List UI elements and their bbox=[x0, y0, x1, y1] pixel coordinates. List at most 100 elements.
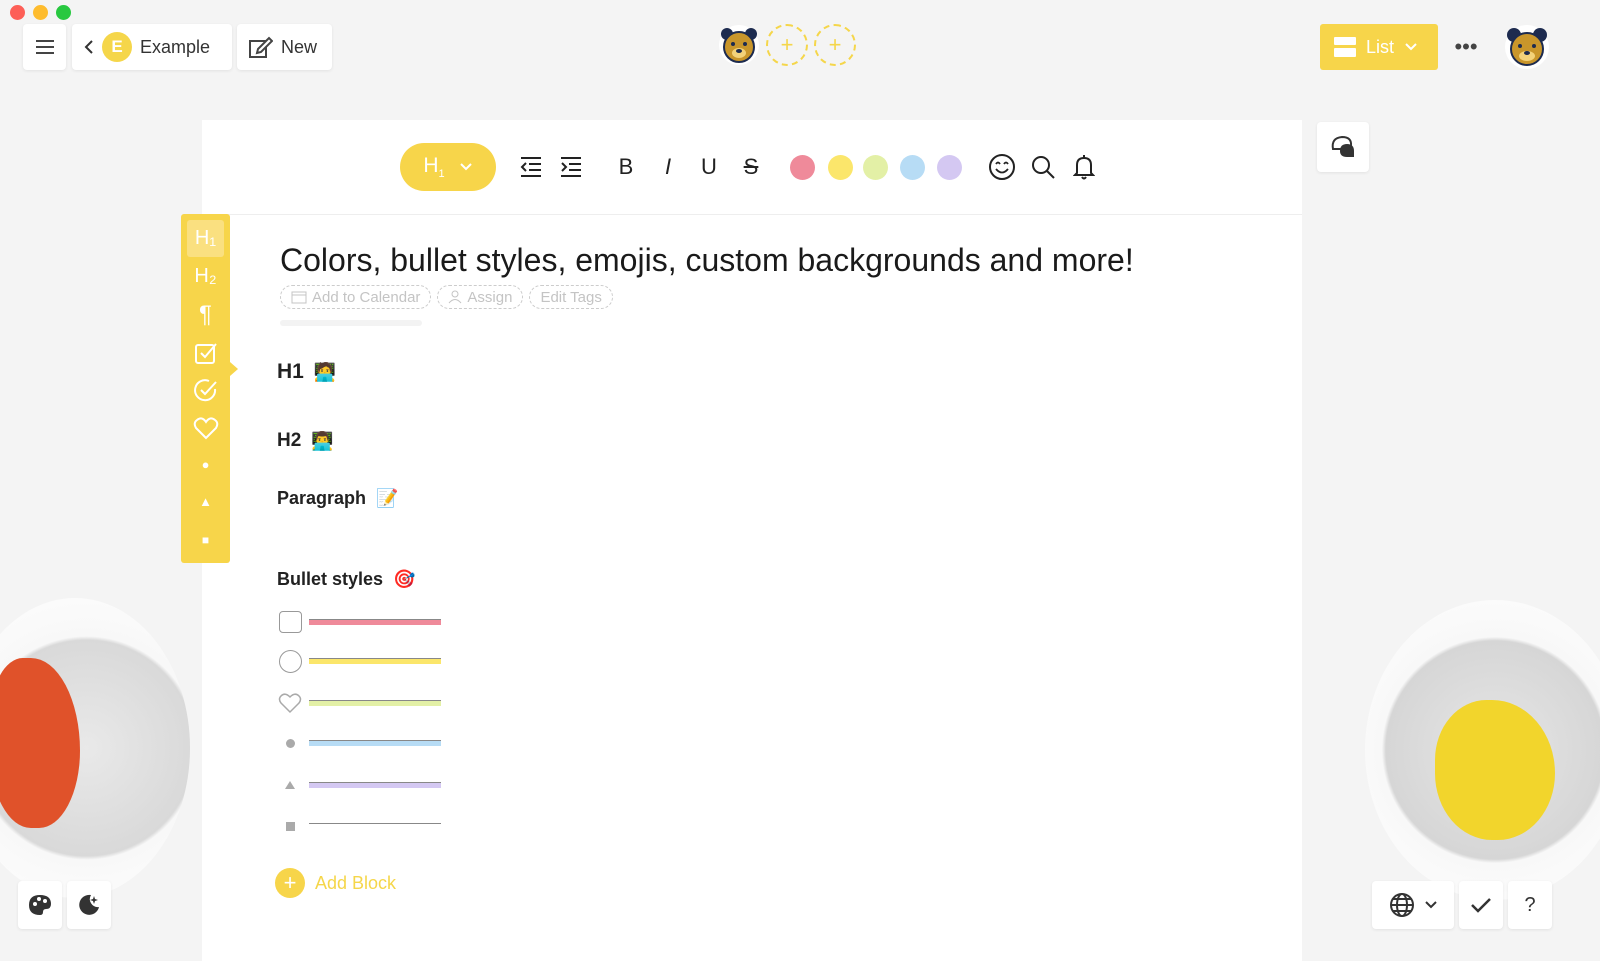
bullet-row-dot[interactable] bbox=[277, 730, 441, 756]
zoom-window-button[interactable] bbox=[56, 5, 71, 20]
circle-bullet-icon[interactable] bbox=[277, 648, 303, 674]
emoji-button[interactable] bbox=[988, 150, 1016, 184]
globe-icon bbox=[1390, 893, 1414, 917]
bullet-text-line[interactable] bbox=[309, 823, 441, 829]
block-type-checkbox[interactable] bbox=[187, 334, 224, 371]
block-type-paragraph[interactable]: ¶ bbox=[187, 296, 224, 333]
edit-tags-button[interactable]: Edit Tags bbox=[529, 285, 613, 309]
h1-block-label: H1 bbox=[277, 360, 304, 383]
language-button[interactable] bbox=[1372, 881, 1454, 929]
heart-bullet-icon[interactable] bbox=[277, 690, 303, 716]
bullet-styles-block[interactable]: Bullet styles 🎯 bbox=[277, 569, 415, 590]
decorative-plant-right bbox=[1365, 600, 1600, 900]
add-collaborator-button[interactable]: + bbox=[814, 24, 856, 66]
color-purple-swatch[interactable] bbox=[937, 155, 962, 180]
night-mode-button[interactable] bbox=[67, 881, 111, 929]
notebook-name: Example bbox=[140, 36, 211, 57]
add-block-label: Add Block bbox=[315, 872, 397, 893]
target-emoji: 🎯 bbox=[393, 569, 416, 589]
format-toolbar: H1 B I U S bbox=[202, 120, 1302, 215]
block-type-h1[interactable]: H₁ bbox=[187, 220, 224, 257]
technologist-emoji: 🧑‍💻 bbox=[313, 361, 337, 382]
add-to-calendar-label: Add to Calendar bbox=[312, 288, 421, 306]
bullet-text-line[interactable] bbox=[309, 658, 441, 664]
decorative-plant-left bbox=[0, 598, 190, 898]
menu-button[interactable] bbox=[23, 24, 66, 70]
block-type-h2[interactable]: H₂ bbox=[187, 258, 224, 295]
bullet-text-line[interactable] bbox=[309, 782, 441, 788]
emoji-icon bbox=[989, 154, 1015, 180]
block-type-heart[interactable] bbox=[187, 409, 224, 446]
done-button[interactable] bbox=[1459, 881, 1503, 929]
italic-button[interactable]: I bbox=[660, 150, 676, 184]
plus-icon: + bbox=[275, 868, 305, 898]
bullet-row-heart[interactable] bbox=[277, 690, 441, 716]
search-icon bbox=[1032, 156, 1055, 179]
square-bullet-icon bbox=[277, 813, 303, 839]
bullet-text-line[interactable] bbox=[309, 740, 441, 746]
bullet-styles-label: Bullet styles bbox=[277, 569, 384, 589]
color-blue-swatch[interactable] bbox=[900, 155, 925, 180]
memo-emoji: 📝 bbox=[376, 488, 399, 508]
check-circle-icon bbox=[193, 378, 217, 401]
heading-style-select[interactable]: H1 bbox=[400, 143, 496, 191]
notebook-badge: E bbox=[102, 32, 132, 62]
bullet-text-line[interactable] bbox=[309, 700, 441, 706]
block-type-triangle[interactable]: ▲ bbox=[187, 483, 224, 520]
theme-button[interactable] bbox=[18, 881, 62, 929]
note-meta: Add to Calendar Assign Edit Tags bbox=[280, 285, 613, 309]
minimize-window-button[interactable] bbox=[33, 5, 48, 20]
block-type-dot[interactable]: ● bbox=[187, 446, 224, 483]
block-type-check-circle[interactable] bbox=[187, 371, 224, 408]
hamburger-icon bbox=[35, 40, 54, 54]
strikethrough-button[interactable]: S bbox=[741, 150, 761, 184]
paragraph-block[interactable]: Paragraph 📝 bbox=[277, 488, 398, 509]
help-button[interactable]: ? bbox=[1508, 881, 1552, 929]
heading-select-sub: 1 bbox=[438, 168, 445, 181]
close-window-button[interactable] bbox=[10, 5, 25, 20]
check-icon bbox=[1471, 898, 1491, 913]
indent-icon bbox=[561, 157, 581, 177]
indent-button[interactable] bbox=[558, 150, 584, 184]
more-options-button[interactable]: ••• bbox=[1444, 24, 1488, 70]
underline-button[interactable]: U bbox=[699, 150, 719, 184]
new-note-label: New bbox=[281, 36, 318, 57]
h2-block[interactable]: H2 👨‍💻 bbox=[277, 430, 334, 452]
bullet-row-square[interactable] bbox=[277, 813, 441, 839]
note-title[interactable]: Colors, bullet styles, emojis, custom ba… bbox=[280, 242, 1134, 279]
search-button[interactable] bbox=[1030, 150, 1056, 184]
bullet-row-circle[interactable] bbox=[277, 648, 441, 674]
checkbox-bullet-icon[interactable] bbox=[277, 609, 303, 635]
meta-divider bbox=[280, 320, 422, 326]
outdent-icon bbox=[520, 157, 541, 177]
paragraph-block-label: Paragraph bbox=[277, 488, 367, 508]
night-mode-icon bbox=[79, 894, 99, 915]
bullet-row-triangle[interactable] bbox=[277, 772, 441, 798]
heart-icon bbox=[193, 416, 218, 439]
add-block-button[interactable]: + Add Block bbox=[275, 868, 396, 898]
collaborator-bear-avatar[interactable] bbox=[718, 24, 760, 66]
color-pink-swatch[interactable] bbox=[790, 155, 815, 180]
chevron-down-icon bbox=[459, 163, 472, 171]
reminder-button[interactable] bbox=[1072, 150, 1096, 184]
checkbox-icon bbox=[194, 342, 217, 364]
calendar-icon bbox=[291, 291, 307, 304]
assign-button[interactable]: Assign bbox=[437, 285, 524, 309]
comments-button[interactable] bbox=[1317, 122, 1369, 172]
chevron-down-icon bbox=[1425, 901, 1437, 909]
block-type-square[interactable]: ■ bbox=[187, 521, 224, 558]
bullet-row-checkbox[interactable] bbox=[277, 609, 441, 635]
bullet-text-line[interactable] bbox=[309, 619, 441, 625]
h1-block[interactable]: H1 🧑‍💻 bbox=[277, 360, 336, 384]
color-yellow-swatch[interactable] bbox=[828, 155, 853, 180]
back-to-notebook-button[interactable]: E Example bbox=[72, 24, 232, 70]
bold-button[interactable]: B bbox=[616, 150, 636, 184]
palette-icon bbox=[29, 895, 51, 915]
add-to-calendar-button[interactable]: Add to Calendar bbox=[280, 285, 432, 309]
view-mode-button[interactable]: List bbox=[1320, 24, 1438, 70]
outdent-button[interactable] bbox=[518, 150, 544, 184]
color-green-swatch[interactable] bbox=[863, 155, 888, 180]
user-bear-avatar[interactable] bbox=[1504, 24, 1550, 70]
new-note-button[interactable]: New bbox=[237, 24, 332, 70]
add-collaborator-button[interactable]: + bbox=[766, 24, 808, 66]
